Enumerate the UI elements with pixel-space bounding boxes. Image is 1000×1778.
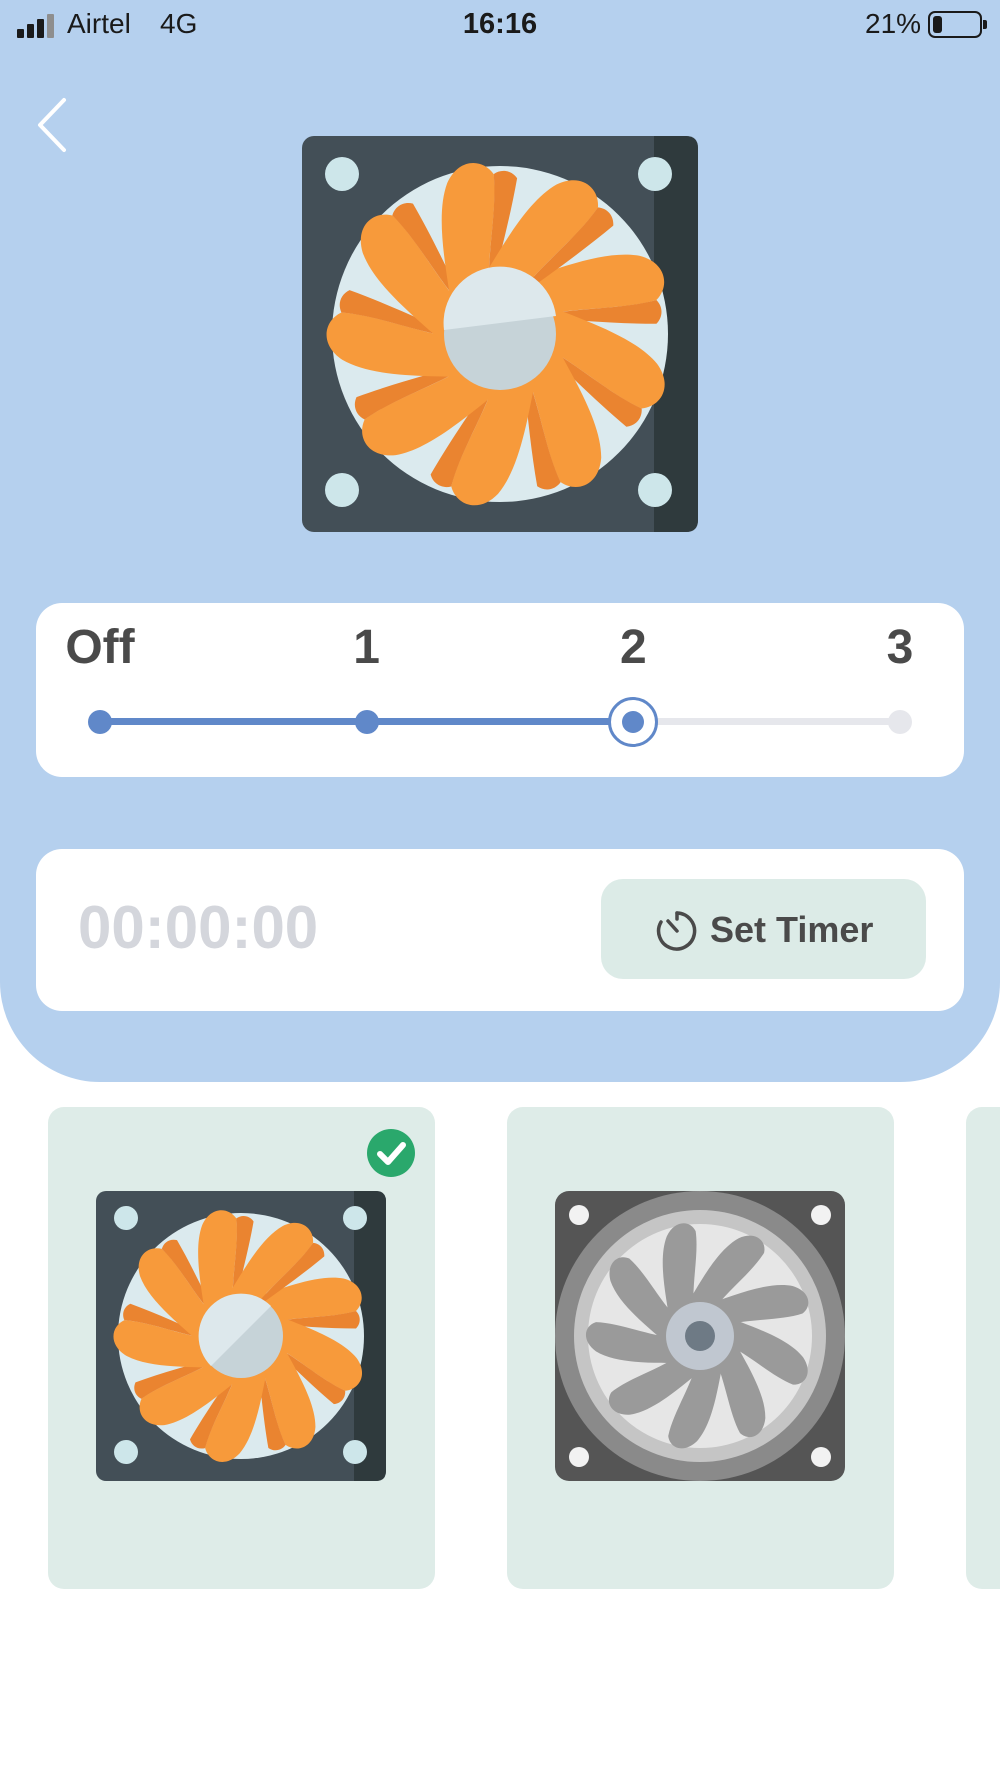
status-bar: Airtel 4G 16:16 21%	[0, 0, 1000, 52]
battery-icon	[928, 11, 987, 38]
cpu-fan-orange-icon	[96, 1191, 386, 1481]
timer-display: 00:00:00	[78, 894, 319, 961]
speed-level-label-1[interactable]: 1	[307, 620, 427, 675]
speed-level-stop-3[interactable]	[888, 710, 912, 734]
fan-style-card-gray[interactable]	[507, 1107, 894, 1589]
speed-slider-track[interactable]	[100, 718, 900, 725]
speed-slider-thumb[interactable]	[608, 697, 659, 747]
battery-percent: 21%	[865, 8, 922, 39]
back-button[interactable]	[30, 92, 80, 158]
speed-level-stop-1[interactable]	[354, 710, 379, 734]
chevron-left-icon	[38, 98, 66, 152]
cpu-fan-orange-icon	[302, 136, 698, 532]
speed-level-label-0[interactable]: Off	[40, 620, 160, 675]
set-timer-label: Set Timer	[710, 909, 874, 950]
speed-level-label-2[interactable]: 2	[573, 620, 693, 675]
status-time: 16:16	[462, 8, 538, 40]
speed-level-stop-0[interactable]	[88, 710, 112, 734]
speed-selector-card	[36, 603, 964, 777]
timer-icon	[656, 911, 697, 951]
fan-style-card-partial[interactable]	[966, 1107, 1000, 1589]
selected-check-icon	[367, 1129, 415, 1177]
cpu-fan-gray-icon	[555, 1191, 845, 1481]
speed-level-label-3[interactable]: 3	[840, 620, 960, 675]
fan-style-card-orange[interactable]	[48, 1107, 435, 1589]
set-timer-button[interactable]: Set Timer	[601, 879, 926, 979]
